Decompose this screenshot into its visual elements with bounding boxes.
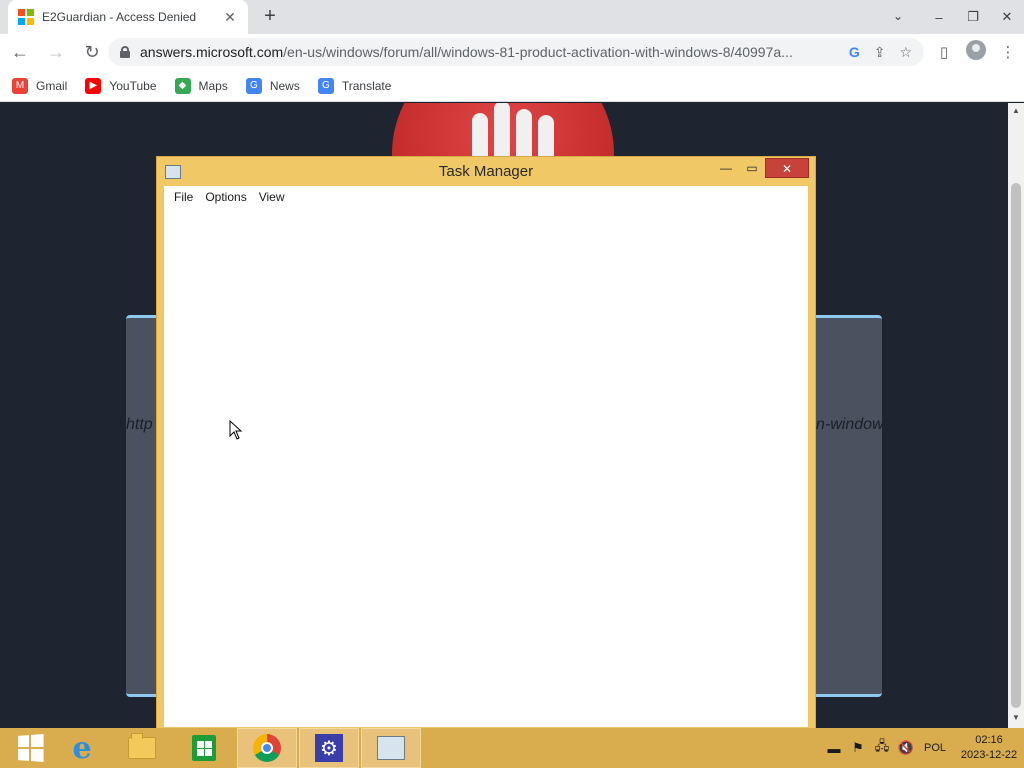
- mouse-cursor-icon: [229, 420, 243, 440]
- taskbar-file-explorer[interactable]: [112, 728, 172, 768]
- internet-explorer-icon: e: [72, 730, 92, 766]
- menu-bar: File Options View: [164, 186, 808, 208]
- scroll-down-icon[interactable]: ▼: [1011, 713, 1021, 723]
- avatar: [966, 40, 986, 60]
- scroll-thumb[interactable]: [1011, 183, 1021, 708]
- side-panel-icon[interactable]: ▯: [928, 43, 960, 61]
- tab-strip: E2Guardian - Access Denied ✕ + ⌄ – ❐ ✕: [0, 0, 1024, 34]
- page-scrollbar[interactable]: ▲ ▼: [1008, 103, 1024, 728]
- settings-gear-icon: ⚙: [315, 734, 343, 762]
- maximize-button[interactable]: ▭: [739, 158, 765, 178]
- bookmarks-bar: M Gmail ▶ YouTube ◆ Maps G News G Transl…: [0, 70, 1024, 102]
- browser-tab[interactable]: E2Guardian - Access Denied ✕: [8, 0, 248, 34]
- minimize-button[interactable]: —: [713, 158, 739, 178]
- browser-toolbar: ← → ↻ answers.microsoft.com/en-us/window…: [0, 34, 1024, 70]
- chrome-icon: [253, 734, 281, 762]
- tab-title: E2Guardian - Access Denied: [42, 10, 197, 24]
- url-host: answers.microsoft.com: [140, 44, 284, 60]
- close-icon[interactable]: ✕: [990, 9, 1024, 25]
- share-icon[interactable]: ⇪: [874, 44, 886, 61]
- url-path: /en-us/windows/forum/all/windows-81-prod…: [283, 44, 793, 60]
- maps-icon: ◆: [174, 77, 191, 94]
- google-lens-icon[interactable]: G: [849, 44, 860, 61]
- restore-icon[interactable]: ❐: [956, 9, 990, 25]
- bookmark-label: YouTube: [109, 78, 157, 93]
- scroll-up-icon[interactable]: ▲: [1011, 106, 1021, 116]
- youtube-icon: ▶: [85, 77, 102, 94]
- clock-time: 02:16: [975, 734, 1003, 746]
- new-tab-button[interactable]: +: [258, 4, 282, 28]
- bookmark-label: Maps: [198, 78, 228, 93]
- translate-icon: G: [317, 77, 334, 94]
- address-bar[interactable]: answers.microsoft.com/en-us/windows/foru…: [108, 38, 924, 66]
- clock-date: 2023-12-22: [960, 749, 1018, 761]
- tray-overflow-icon[interactable]: ▬: [822, 741, 846, 756]
- profile-icon[interactable]: [960, 40, 992, 64]
- bookmark-gmail[interactable]: M Gmail: [12, 77, 68, 94]
- taskbar-chrome[interactable]: [237, 728, 297, 768]
- back-arrow-icon[interactable]: ←: [4, 36, 36, 68]
- lock-icon[interactable]: [120, 46, 130, 58]
- task-manager-titlebar[interactable]: Task Manager — ▭ ✕: [157, 157, 815, 185]
- network-icon[interactable]: 🖧: [870, 737, 894, 759]
- url-text[interactable]: answers.microsoft.com/en-us/windows/foru…: [140, 44, 839, 60]
- bookmark-news[interactable]: G News: [245, 77, 300, 94]
- bookmark-label: Translate: [341, 78, 392, 93]
- close-button[interactable]: ✕: [765, 158, 809, 178]
- bookmark-star-icon[interactable]: ☆: [899, 44, 912, 61]
- menu-kebab-icon[interactable]: ⋮: [992, 43, 1024, 61]
- blocked-url-text[interactable]: n-window: [816, 416, 884, 434]
- store-icon: [192, 735, 216, 761]
- volume-muted-icon[interactable]: 🔇: [894, 740, 918, 756]
- window-controls: – ❐ ✕: [922, 0, 1024, 34]
- menu-file[interactable]: File: [168, 190, 199, 204]
- windows-start-icon: [18, 734, 44, 762]
- minimize-icon[interactable]: –: [922, 10, 956, 25]
- tab-close-icon[interactable]: ✕: [222, 9, 238, 26]
- reload-icon[interactable]: ↻: [76, 36, 108, 68]
- action-center-flag-icon[interactable]: ⚑: [846, 740, 870, 756]
- task-manager-icon: [377, 736, 405, 760]
- bookmark-label: News: [269, 78, 300, 93]
- news-icon: G: [245, 77, 262, 94]
- taskbar-internet-explorer[interactable]: e: [52, 728, 112, 768]
- menu-options[interactable]: Options: [199, 190, 252, 204]
- input-language[interactable]: POL: [924, 742, 946, 754]
- bookmark-youtube[interactable]: ▶ YouTube: [85, 77, 157, 94]
- menu-view[interactable]: View: [253, 190, 291, 204]
- taskbar: e ⚙ ▬ ⚑ 🖧 🔇 POL 02:16 2023-12-22: [0, 728, 1024, 768]
- taskbar-settings[interactable]: ⚙: [299, 728, 359, 768]
- task-manager-body: File Options View: [164, 186, 808, 727]
- taskbar-task-manager[interactable]: [361, 728, 421, 768]
- microsoft-logo-icon: [18, 9, 34, 25]
- taskbar-store[interactable]: [174, 728, 234, 768]
- blocked-url-text[interactable]: http: [126, 416, 153, 434]
- system-tray: ▬ ⚑ 🖧 🔇 POL 02:16 2023-12-22: [822, 728, 1024, 768]
- task-manager-window[interactable]: Task Manager — ▭ ✕ File Options View: [156, 156, 816, 730]
- file-explorer-icon: [128, 733, 156, 759]
- bookmark-label: Gmail: [36, 78, 68, 93]
- tab-search-chevron-icon[interactable]: ⌄: [888, 6, 908, 26]
- bookmark-maps[interactable]: ◆ Maps: [174, 77, 228, 94]
- forward-arrow-icon[interactable]: →: [40, 36, 72, 68]
- clock[interactable]: 02:16 2023-12-22: [954, 733, 1024, 763]
- gmail-icon: M: [12, 77, 28, 94]
- bookmark-translate[interactable]: G Translate: [317, 77, 392, 94]
- start-button[interactable]: [0, 728, 60, 768]
